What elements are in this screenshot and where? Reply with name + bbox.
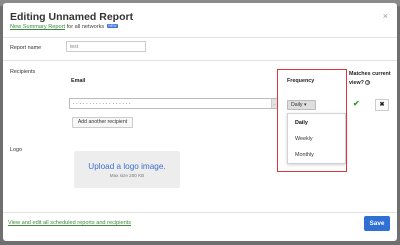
section-divider — [3, 60, 397, 61]
checkmark-icon: ✔ — [353, 99, 360, 108]
view-all-reports-link[interactable]: View and edit all scheduled reports and … — [8, 220, 131, 226]
frequency-highlight-box — [277, 69, 347, 172]
remove-recipient-button[interactable]: ✖ — [375, 99, 389, 111]
new-badge: NEW — [106, 24, 119, 28]
report-name-label: Report name — [10, 45, 42, 51]
recipients-label: Recipients — [10, 69, 36, 75]
header-divider — [3, 37, 397, 38]
save-button[interactable]: Save — [364, 216, 390, 231]
email-column-header: Email — [71, 78, 86, 84]
report-name-input[interactable] — [66, 41, 146, 52]
close-icon[interactable]: × — [383, 11, 388, 21]
report-type-link[interactable]: New Summary Report — [10, 24, 65, 30]
upload-logo-link[interactable]: Upload a logo image. — [74, 162, 180, 171]
logo-label: Logo — [10, 147, 22, 153]
max-size-text: Max size 200 KB — [109, 173, 145, 178]
add-recipient-button[interactable]: Add another recipient — [72, 117, 133, 128]
modal-subtitle: New Summary Report for all networks NEW — [10, 24, 119, 30]
edit-report-modal: Editing Unnamed Report New Summary Repor… — [3, 3, 397, 241]
help-icon[interactable]: ? — [365, 79, 371, 85]
subtitle-text: for all networks — [65, 24, 105, 30]
logo-upload-area[interactable]: Upload a logo image. Max size 200 KB — [74, 151, 180, 188]
recipient-email-input[interactable]: ·················· — [69, 98, 278, 109]
matches-column-header: Matches current view? ? — [349, 70, 395, 87]
footer-divider — [3, 212, 397, 213]
modal-title: Editing Unnamed Report — [10, 11, 134, 23]
